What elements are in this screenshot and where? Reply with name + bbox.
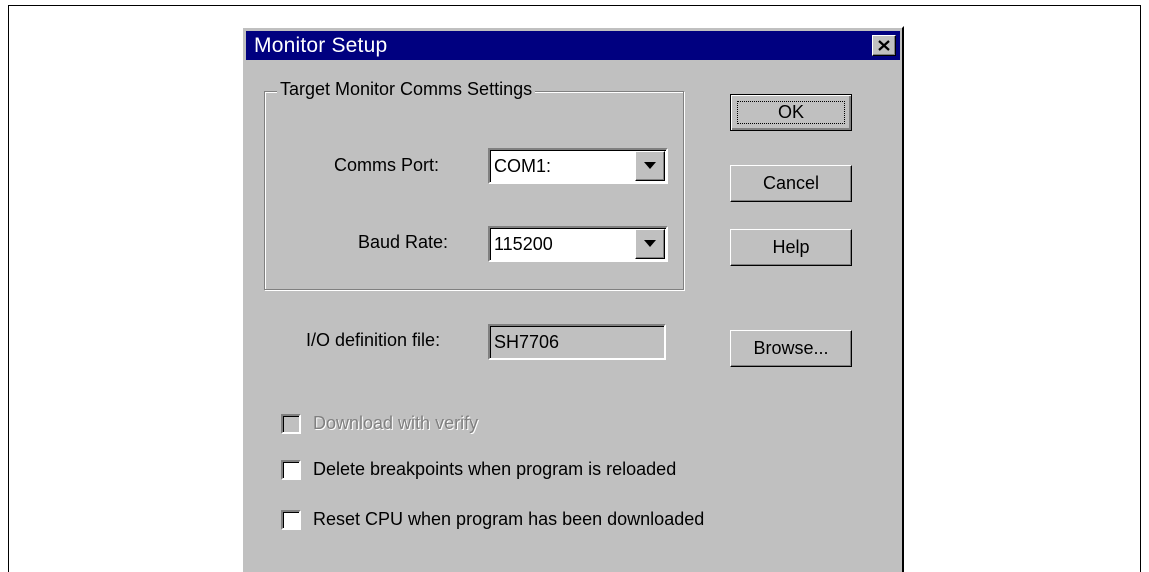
cancel-button[interactable]: Cancel bbox=[730, 165, 852, 202]
close-icon bbox=[878, 40, 890, 51]
chevron-down-icon bbox=[644, 240, 656, 247]
browse-button-label: Browse... bbox=[753, 338, 829, 358]
baud-rate-dropdown-button[interactable] bbox=[635, 229, 665, 259]
comms-settings-group-label: Target Monitor Comms Settings bbox=[277, 79, 536, 100]
io-definition-label: I/O definition file: bbox=[306, 330, 441, 350]
chevron-down-icon bbox=[644, 162, 656, 169]
close-button[interactable] bbox=[872, 35, 896, 56]
help-button[interactable]: Help bbox=[730, 229, 852, 266]
reset-cpu-label[interactable]: Reset CPU when program has been download… bbox=[313, 509, 704, 530]
page-frame-left bbox=[8, 5, 9, 572]
page-frame-top bbox=[8, 5, 1141, 6]
baud-rate-value: 115200 bbox=[494, 234, 553, 254]
reset-cpu-checkbox[interactable] bbox=[281, 510, 301, 530]
delete-breakpoints-label[interactable]: Delete breakpoints when program is reloa… bbox=[313, 459, 676, 480]
comms-port-select[interactable]: COM1: bbox=[488, 148, 668, 184]
comms-port-value: COM1: bbox=[494, 156, 552, 176]
browse-button[interactable]: Browse... bbox=[730, 330, 852, 367]
io-definition-field: SH7706 bbox=[488, 324, 666, 360]
download-verify-label: Download with verify bbox=[313, 413, 479, 433]
ok-button[interactable]: OK bbox=[730, 94, 852, 131]
focus-rectangle bbox=[737, 101, 845, 124]
io-definition-value: SH7706 bbox=[494, 332, 560, 352]
download-verify-checkbox bbox=[281, 414, 301, 434]
dialog-title: Monitor Setup bbox=[254, 34, 388, 57]
cancel-button-label: Cancel bbox=[762, 173, 820, 193]
comms-port-dropdown-button[interactable] bbox=[635, 151, 665, 181]
page-frame-right bbox=[1140, 5, 1141, 572]
delete-breakpoints-checkbox[interactable] bbox=[281, 460, 301, 480]
baud-rate-select[interactable]: 115200 bbox=[488, 226, 668, 262]
help-button-label: Help bbox=[772, 237, 810, 257]
comms-port-label: Comms Port: bbox=[334, 155, 440, 175]
title-bar[interactable]: Monitor Setup bbox=[246, 31, 900, 60]
baud-rate-label: Baud Rate: bbox=[358, 232, 449, 252]
monitor-setup-dialog: Monitor Setup Target Monitor Comms Setti… bbox=[241, 26, 904, 572]
